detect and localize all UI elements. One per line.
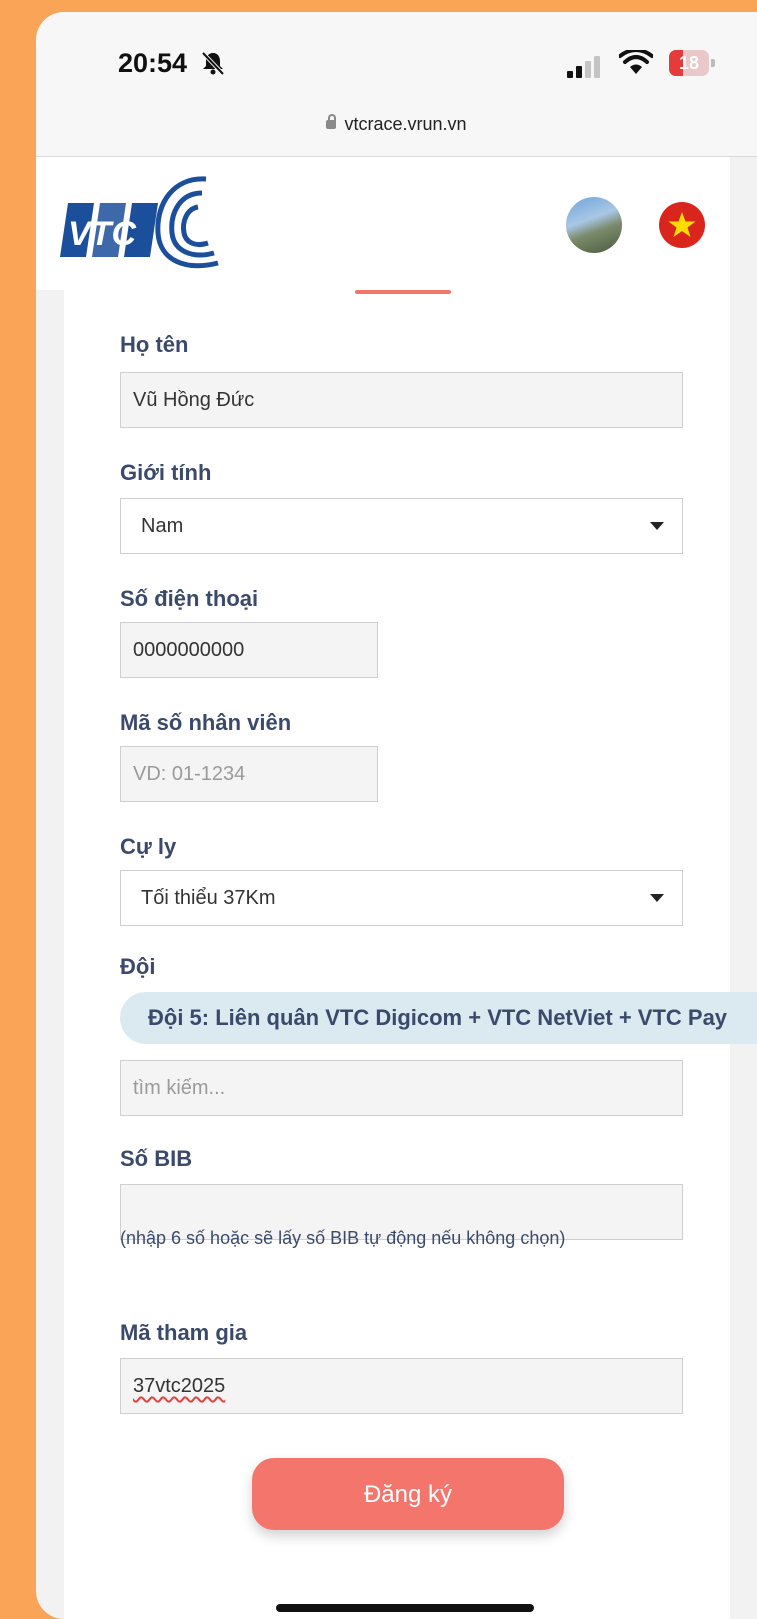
join-code-field[interactable]: 37vtc2025 [120,1358,683,1414]
vtc-logo[interactable]: VTC [56,173,231,273]
home-indicator[interactable] [276,1604,534,1612]
background-pane [730,157,757,1619]
bib-label: Số BIB [120,1146,193,1171]
phone-field[interactable]: 0000000000 [120,622,378,678]
vietnam-flag-icon[interactable] [659,202,705,248]
employee-id-label: Mã số nhân viên [120,710,292,735]
distance-value: Tối thiểu 37Km [141,887,276,909]
phone-screen: 20:54 18 vtcrace.vrun.vn VTC Họ tên Vũ H… [36,12,757,1619]
join-code-label: Mã tham gia [120,1320,248,1345]
name-label: Họ tên [120,332,189,357]
gender-label: Giới tính [120,460,212,485]
active-tab-indicator [355,290,451,294]
chevron-down-icon [650,894,664,902]
chevron-down-icon [650,522,664,530]
distance-select[interactable]: Tối thiểu 37Km [120,870,683,926]
gender-value: Nam [141,515,184,537]
gender-select[interactable]: Nam [120,498,683,554]
user-avatar[interactable] [566,197,622,253]
distance-label: Cự ly [120,834,177,859]
bib-hint: (nhập 6 số hoặc sẽ lấy số BIB tự động nế… [120,1228,566,1248]
battery-level: 18 [678,53,700,73]
wifi-icon [619,50,653,74]
status-bar: 20:54 18 [36,12,757,104]
browser-address-bar[interactable]: vtcrace.vrun.vn [36,104,757,157]
site-header: VTC [36,157,730,290]
lock-icon [326,114,337,129]
registration-form: Họ tên Vũ Hồng Đức Giới tính Nam Số điện… [64,290,757,1619]
name-field[interactable]: Vũ Hồng Đức [120,372,683,428]
team-label: Đội [120,954,156,979]
phone-label: Số điện thoại [120,586,259,611]
cellular-signal-icon [567,56,600,78]
silent-bell-icon [201,51,225,76]
selected-team-chip[interactable]: Đội 5: Liên quân VTC Digicom + VTC NetVi… [120,992,757,1044]
url-text: vtcrace.vrun.vn [344,114,467,134]
logo-text: VTC [68,215,136,253]
team-search-input[interactable]: tìm kiếm... [120,1060,683,1116]
register-button[interactable]: Đăng ký [252,1458,564,1530]
employee-id-field[interactable]: VD: 01-1234 [120,746,378,802]
clock: 20:54 [118,48,188,78]
join-code-value: 37vtc2025 [133,1375,226,1397]
battery-icon: 18 [669,50,717,76]
